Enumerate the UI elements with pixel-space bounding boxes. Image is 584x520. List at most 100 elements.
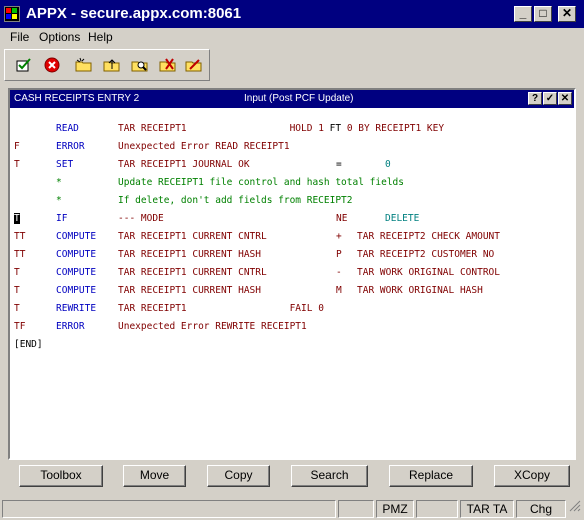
line-keyword: SET bbox=[56, 159, 74, 170]
copy-button[interactable]: Copy bbox=[207, 465, 270, 487]
code-line[interactable]: * Update RECEIPT1 file control and hash … bbox=[10, 174, 574, 192]
code-line[interactable]: F ERROR Unexpected Error READ RECEIPT1 bbox=[10, 138, 574, 156]
line-args: TAR RECEIPT1 CURRENT HASH bbox=[118, 249, 261, 260]
line-comment: If delete, don't add fields from RECEIPT… bbox=[118, 195, 353, 206]
line-args: TAR RECEIPT1 CURRENT CNTRL bbox=[118, 231, 267, 242]
status-chg: Chg bbox=[516, 500, 566, 518]
help-button[interactable]: ? bbox=[528, 92, 542, 105]
line-flag: TF bbox=[14, 321, 26, 332]
code-line[interactable]: TT COMPUTE TAR RECEIPT1 CURRENT CNTRL + … bbox=[10, 228, 574, 246]
status-cell-empty bbox=[338, 500, 374, 518]
folder-search-icon[interactable] bbox=[131, 57, 149, 73]
checkmark-icon: ✓ bbox=[545, 93, 555, 104]
close-icon: ✕ bbox=[560, 93, 570, 104]
button-bar: Toolbox Move Copy Search Replace XCopy bbox=[8, 460, 576, 498]
maximize-icon: □ bbox=[539, 6, 547, 20]
line-keyword: COMPUTE bbox=[56, 285, 97, 296]
panel-title-bar: CASH RECEIPTS ENTRY 2 Input (Post PCF Up… bbox=[10, 90, 574, 108]
code-end-marker: [END] bbox=[10, 336, 574, 354]
line-keyword: * bbox=[56, 177, 62, 188]
code-line[interactable]: T IF --- MODE NE DELETE bbox=[10, 210, 574, 228]
move-button[interactable]: Move bbox=[123, 465, 186, 487]
status-message bbox=[2, 500, 336, 518]
line-keyword: COMPUTE bbox=[56, 249, 97, 260]
line-keyword: ERROR bbox=[56, 321, 85, 332]
line-operator: - bbox=[336, 267, 342, 278]
confirm-button[interactable]: ✓ bbox=[543, 92, 557, 105]
panel-title: CASH RECEIPTS ENTRY 2 bbox=[14, 93, 140, 104]
line-value: TAR RECEIPT2 CHECK AMOUNT bbox=[357, 231, 500, 242]
folder-new-icon[interactable] bbox=[75, 57, 93, 73]
close-icon: ✕ bbox=[561, 6, 573, 20]
line-operator: = bbox=[336, 159, 342, 170]
line-keyword: IF bbox=[56, 213, 68, 224]
code-line[interactable]: READ TAR RECEIPT1 HOLD 1 FT 0 BY RECEIPT… bbox=[10, 120, 574, 138]
resize-grip-icon[interactable] bbox=[568, 500, 582, 518]
line-value: TAR RECEIPT2 CUSTOMER NO bbox=[357, 249, 495, 260]
code-line[interactable]: T SET TAR RECEIPT1 JOURNAL OK = 0 bbox=[10, 156, 574, 174]
line-keyword: ERROR bbox=[56, 141, 85, 152]
search-button[interactable]: Search bbox=[291, 465, 368, 487]
line-value: 0 bbox=[385, 159, 391, 170]
line-operator: NE bbox=[336, 213, 348, 224]
line-args: TAR RECEIPT1 JOURNAL OK bbox=[118, 159, 250, 170]
title-bar[interactable]: APPX - secure.appx.com:8061 _ □ ✕ bbox=[0, 0, 584, 28]
menu-help[interactable]: Help bbox=[88, 30, 113, 44]
line-args: TAR RECEIPT1 HOLD 1 FT 0 BY RECEIPT1 KEY bbox=[118, 123, 445, 134]
code-line[interactable]: T COMPUTE TAR RECEIPT1 CURRENT HASH M TA… bbox=[10, 282, 574, 300]
line-flag: T bbox=[14, 303, 20, 314]
panel-close-button[interactable]: ✕ bbox=[558, 92, 572, 105]
cancel-icon[interactable] bbox=[43, 57, 61, 73]
line-keyword: COMPUTE bbox=[56, 267, 97, 278]
window-title: APPX - secure.appx.com:8061 bbox=[26, 5, 242, 22]
editor-panel: CASH RECEIPTS ENTRY 2 Input (Post PCF Up… bbox=[8, 88, 576, 460]
toolbox-button[interactable]: Toolbox bbox=[19, 465, 103, 487]
line-keyword: READ bbox=[56, 123, 79, 134]
line-flag: TT bbox=[14, 231, 26, 242]
status-cell-empty bbox=[416, 500, 458, 518]
line-comment: Update RECEIPT1 file control and hash to… bbox=[118, 177, 404, 188]
line-keyword: * bbox=[56, 195, 62, 206]
xcopy-button[interactable]: XCopy bbox=[494, 465, 570, 487]
line-keyword: REWRITE bbox=[56, 303, 97, 314]
close-button[interactable]: ✕ bbox=[558, 6, 576, 22]
line-args: --- MODE bbox=[118, 213, 164, 224]
line-flag: T bbox=[14, 267, 20, 278]
line-args: TAR RECEIPT1 CURRENT CNTRL bbox=[118, 267, 267, 278]
folder-edit-icon[interactable] bbox=[185, 57, 203, 73]
toolbar bbox=[4, 49, 210, 81]
maximize-button[interactable]: □ bbox=[534, 6, 552, 22]
appx-logo-icon bbox=[4, 6, 20, 22]
check-icon[interactable] bbox=[15, 57, 33, 73]
line-flag-cursor[interactable]: T bbox=[14, 213, 20, 224]
line-value: TAR WORK ORIGINAL HASH bbox=[357, 285, 483, 296]
panel-mode: Input (Post PCF Update) bbox=[244, 93, 354, 104]
code-line[interactable]: TT COMPUTE TAR RECEIPT1 CURRENT HASH P T… bbox=[10, 246, 574, 264]
code-line[interactable]: T COMPUTE TAR RECEIPT1 CURRENT CNTRL - T… bbox=[10, 264, 574, 282]
code-line[interactable]: TF ERROR Unexpected Error REWRITE RECEIP… bbox=[10, 318, 574, 336]
folder-up-icon[interactable] bbox=[103, 57, 121, 73]
line-args: TAR RECEIPT1 FAIL 0 bbox=[118, 303, 324, 314]
line-args: Unexpected Error REWRITE RECEIPT1 bbox=[118, 321, 307, 332]
line-value: TAR WORK ORIGINAL CONTROL bbox=[357, 267, 500, 278]
line-operator: M bbox=[336, 285, 342, 296]
minimize-icon: _ bbox=[519, 6, 527, 20]
replace-button[interactable]: Replace bbox=[389, 465, 473, 487]
menu-options[interactable]: Options bbox=[39, 30, 80, 44]
line-value: DELETE bbox=[385, 213, 420, 224]
menu-bar: File Options Help bbox=[0, 28, 584, 46]
menu-file[interactable]: File bbox=[10, 30, 29, 44]
line-flag: F bbox=[14, 141, 20, 152]
line-args: Unexpected Error READ RECEIPT1 bbox=[118, 141, 290, 152]
code-line[interactable]: T REWRITE TAR RECEIPT1 FAIL 0 bbox=[10, 300, 574, 318]
line-flag: TT bbox=[14, 249, 26, 260]
line-flag: T bbox=[14, 285, 20, 296]
line-args: TAR RECEIPT1 CURRENT HASH bbox=[118, 285, 261, 296]
folder-delete-icon[interactable] bbox=[159, 57, 177, 73]
code-line[interactable]: * If delete, don't add fields from RECEI… bbox=[10, 192, 574, 210]
minimize-button[interactable]: _ bbox=[514, 6, 532, 22]
line-flag: T bbox=[14, 159, 20, 170]
status-pmz: PMZ bbox=[376, 500, 414, 518]
end-label: [END] bbox=[14, 339, 43, 350]
line-operator: P bbox=[336, 249, 342, 260]
